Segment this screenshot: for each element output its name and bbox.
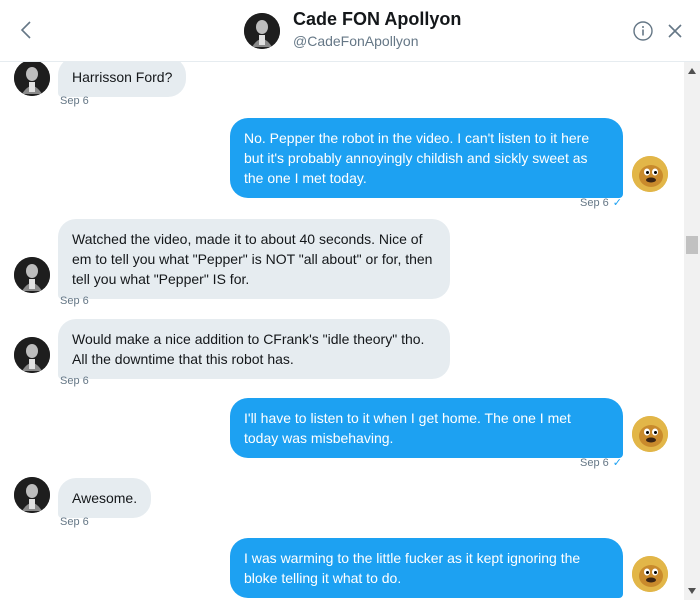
scrollbar-thumb[interactable]: [686, 236, 698, 254]
close-button[interactable]: [664, 20, 686, 42]
info-button[interactable]: [632, 20, 654, 42]
message-bubble-incoming[interactable]: Awesome.: [58, 478, 152, 518]
message-bubble-incoming[interactable]: Harrisson Ford?: [58, 62, 187, 97]
sender-avatar[interactable]: [14, 62, 50, 96]
info-icon: [633, 21, 653, 41]
message-bubble-incoming[interactable]: Would make a nice addition to CFrank's "…: [58, 319, 450, 379]
message-timestamp: Sep 6: [60, 295, 89, 307]
conversation-header: Cade FON Apollyon @CadeFonApollyon: [0, 0, 700, 62]
message-timestamp: Sep 6 ✓: [580, 197, 622, 209]
sender-avatar[interactable]: [14, 477, 50, 513]
back-button[interactable]: [12, 14, 40, 46]
message-timestamp: Sep 6: [60, 375, 89, 387]
contact-name[interactable]: Cade FON Apollyon: [293, 9, 461, 30]
message-bubble-outgoing[interactable]: No. Pepper the robot in the video. I can…: [230, 118, 623, 198]
message-bubble-outgoing[interactable]: I'll have to listen to it when I get hom…: [230, 398, 623, 458]
message-timestamp: Sep 6 ✓: [580, 457, 622, 469]
message-bubble-incoming[interactable]: Watched the video, made it to about 40 s…: [58, 219, 450, 299]
close-icon: [668, 24, 682, 38]
scrollbar[interactable]: [684, 62, 700, 600]
message-list[interactable]: Harrisson Ford? Sep 6 No. Pepper the rob…: [0, 62, 684, 600]
message-bubble-outgoing[interactable]: I was warming to the little fucker as it…: [230, 538, 623, 598]
contact-handle: @CadeFonApollyon: [293, 33, 419, 49]
sender-avatar[interactable]: [14, 257, 50, 293]
sender-avatar[interactable]: [14, 337, 50, 373]
own-avatar[interactable]: [632, 416, 668, 452]
message-timestamp: Sep 6: [60, 516, 89, 528]
own-avatar[interactable]: [632, 156, 668, 192]
chevron-left-icon: [20, 21, 31, 39]
sent-check-icon: ✓: [612, 197, 622, 209]
triangle-up-icon: [688, 68, 696, 74]
sent-check-icon: ✓: [612, 457, 622, 469]
scroll-down-button[interactable]: [684, 584, 700, 598]
message-timestamp: Sep 6: [60, 95, 89, 107]
triangle-down-icon: [688, 588, 696, 594]
contact-avatar[interactable]: [244, 13, 280, 49]
scroll-up-button[interactable]: [684, 64, 700, 78]
own-avatar[interactable]: [632, 556, 668, 592]
